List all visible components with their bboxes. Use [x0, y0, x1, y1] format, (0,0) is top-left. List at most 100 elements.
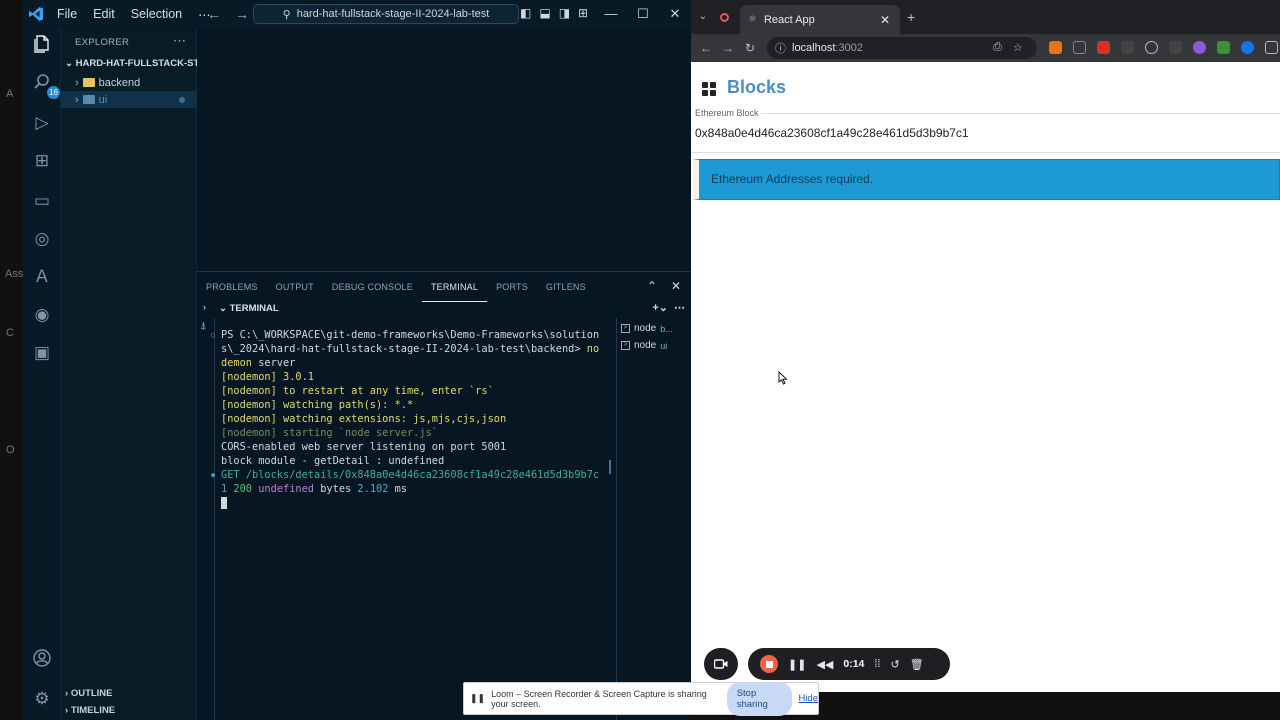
tree-item-backend[interactable]: › backend — [75, 74, 140, 91]
terminal-line: [nodemon] watching extensions: js,mjs,cj… — [221, 413, 507, 425]
gitlens-icon[interactable]: ◉ — [29, 302, 55, 328]
extension-icon[interactable] — [1097, 41, 1110, 54]
page-content: Blocks Ethereum Block 0x848a0e4d46ca2360… — [691, 62, 1280, 692]
customize-layout-icon[interactable]: ⊞ — [578, 6, 588, 20]
close-icon[interactable]: ✕ — [659, 0, 691, 28]
terminal-line: demon server — [221, 357, 296, 369]
remote-explorer-icon[interactable]: ▭ — [29, 188, 55, 214]
command-center-search[interactable]: ⚲ hard-hat-fullstack-stage-II-2024-lab-t… — [253, 4, 519, 24]
tab-output[interactable]: OUTPUT — [267, 272, 323, 302]
docker-icon[interactable]: ▣ — [29, 340, 55, 366]
extensions-row — [1049, 41, 1278, 54]
terminal-divider[interactable] — [616, 318, 617, 720]
new-tab-icon[interactable]: + — [907, 9, 915, 25]
site-info-icon[interactable]: ⓘ — [775, 40, 786, 56]
terminal-output[interactable]: ○ PS C:\_WORKSPACE\git-demo-frameworks\De… — [211, 328, 611, 510]
terminal-line — [221, 496, 611, 510]
terminal-line: 1 200 undefined bytes 2.102 ms — [221, 483, 408, 495]
tab-ports[interactable]: PORTS — [487, 272, 537, 302]
tree-item-ui[interactable]: › ui — [61, 91, 197, 108]
pause-icon: ❚❚ — [470, 693, 486, 703]
menu-edit[interactable]: Edit — [85, 7, 123, 21]
terminal-more-icon[interactable]: ⋯ — [674, 301, 685, 314]
forward-icon[interactable]: → — [721, 41, 735, 55]
tab-search-icon[interactable]: ⌄ — [695, 9, 711, 25]
back-icon[interactable]: ← — [699, 41, 713, 55]
explorer-icon[interactable] — [29, 34, 55, 60]
tab-problems[interactable]: PROBLEMS — [197, 272, 267, 302]
settings-gear-icon[interactable]: ⚙ — [29, 686, 55, 712]
browser-tab-react-app[interactable]: ⚛ React App ✕ — [740, 5, 900, 34]
toggle-sidebar-icon[interactable]: ◧ — [520, 6, 531, 20]
menu-file[interactable]: File — [49, 7, 85, 21]
outline-section[interactable]: › OUTLINE — [65, 688, 113, 699]
url-port: :3002 — [835, 42, 863, 54]
run-debug-icon[interactable]: ▷ — [29, 110, 55, 136]
desktop-text-fragment: A — [6, 88, 14, 100]
hide-link[interactable]: Hide — [798, 693, 818, 704]
accounts-icon[interactable] — [29, 648, 55, 674]
extensions-icon[interactable]: ⊞ — [29, 148, 55, 174]
terminal-shell-icon: ⍋ — [200, 320, 207, 332]
tab-terminal[interactable]: TERMINAL — [421, 273, 488, 302]
editor-area — [197, 28, 691, 271]
mouse-cursor-icon — [778, 371, 788, 385]
workspace-root-folder[interactable]: ⌄ HARD-HAT-FULLSTACK-ST... — [65, 58, 206, 69]
extension-icon[interactable] — [1073, 41, 1086, 54]
extension-icon[interactable] — [1241, 41, 1254, 54]
terminal-list-item[interactable]: > node ui — [621, 337, 691, 354]
menu-selection[interactable]: Selection — [123, 7, 190, 21]
rewind-icon[interactable]: ◀◀ — [816, 658, 833, 671]
tab-debug-console[interactable]: DEBUG CONSOLE — [323, 272, 422, 302]
search-icon[interactable]: 16 — [29, 72, 60, 99]
restart-icon[interactable]: ↺ — [891, 658, 900, 671]
vscode-titlebar: File Edit Selection ⋯ ←→ ⚲ hard-hat-full… — [23, 0, 691, 28]
bookmark-star-icon[interactable]: ☆ — [1013, 41, 1023, 54]
address-bar-icons: ⎙ ☆ — [993, 41, 1023, 54]
extension-icon[interactable] — [1193, 41, 1206, 54]
terminal-cursor — [221, 497, 227, 509]
chevron-down-icon: ⌄ — [65, 58, 76, 69]
loom-camera-button[interactable] — [704, 648, 738, 680]
minimize-icon[interactable]: — — [595, 0, 627, 28]
extensions-puzzle-icon[interactable] — [1265, 41, 1278, 54]
terminal-line: ● GET /blocks/details/0x848a0e4d46ca23608… — [211, 469, 600, 481]
trash-icon[interactable]: 🗑 — [910, 658, 924, 671]
chevron-down-icon: ⌄ — [219, 303, 230, 314]
pause-icon[interactable]: ❚❚ — [788, 658, 806, 671]
panel-controls: ⌃ ✕ — [647, 279, 681, 293]
extension-icon[interactable] — [1217, 41, 1230, 54]
drag-handle-icon[interactable]: ⁞⁞ — [874, 658, 880, 670]
toggle-secondary-sidebar-icon[interactable]: ◨ — [559, 6, 570, 20]
terminal-section-label[interactable]: ⌄ TERMINAL — [219, 303, 279, 314]
stop-sharing-button[interactable]: Stop sharing — [726, 681, 793, 716]
chevron-right-icon[interactable]: › — [203, 302, 206, 313]
testing-icon[interactable]: ◎ — [29, 226, 55, 252]
close-panel-icon[interactable]: ✕ — [671, 279, 681, 293]
toggle-panel-icon[interactable]: ⬓ — [539, 6, 550, 20]
terminal-line: [nodemon] starting `node server.js` — [221, 427, 438, 439]
extension-icon[interactable] — [1169, 41, 1182, 54]
tab-gitlens[interactable]: GITLENS — [537, 272, 595, 302]
terminal-scrollbar[interactable] — [609, 460, 611, 474]
ethereum-block-label: Ethereum Block — [695, 108, 759, 118]
new-terminal-icon[interactable]: +⌄ — [652, 301, 668, 314]
azure-icon[interactable]: Ａ — [29, 264, 55, 290]
close-tab-icon[interactable]: ✕ — [880, 13, 890, 27]
terminal-list-item[interactable]: > node b... — [621, 320, 691, 337]
explorer-more-icon[interactable]: ⋯ — [173, 33, 186, 49]
install-app-icon[interactable]: ⎙ — [993, 41, 1002, 54]
vscode-logo-icon — [23, 0, 49, 28]
maximize-icon[interactable]: ☐ — [627, 0, 659, 28]
terminal-icon: > — [621, 341, 630, 350]
ethereum-block-field[interactable]: 0x848a0e4d46ca23608cf1a49c28e461d5d3b9b7… — [695, 126, 969, 140]
extension-icon[interactable] — [1121, 41, 1134, 54]
terminal-line: CORS-enabled web server listening on por… — [221, 441, 507, 453]
reload-icon[interactable]: ↻ — [743, 41, 757, 55]
extension-icon[interactable] — [1145, 41, 1158, 54]
search-badge: 16 — [47, 86, 60, 99]
metamask-extension-icon[interactable] — [1049, 41, 1062, 54]
maximize-panel-icon[interactable]: ⌃ — [647, 279, 657, 293]
timeline-section[interactable]: › TIMELINE — [65, 705, 115, 716]
loom-stop-button[interactable] — [760, 655, 778, 673]
